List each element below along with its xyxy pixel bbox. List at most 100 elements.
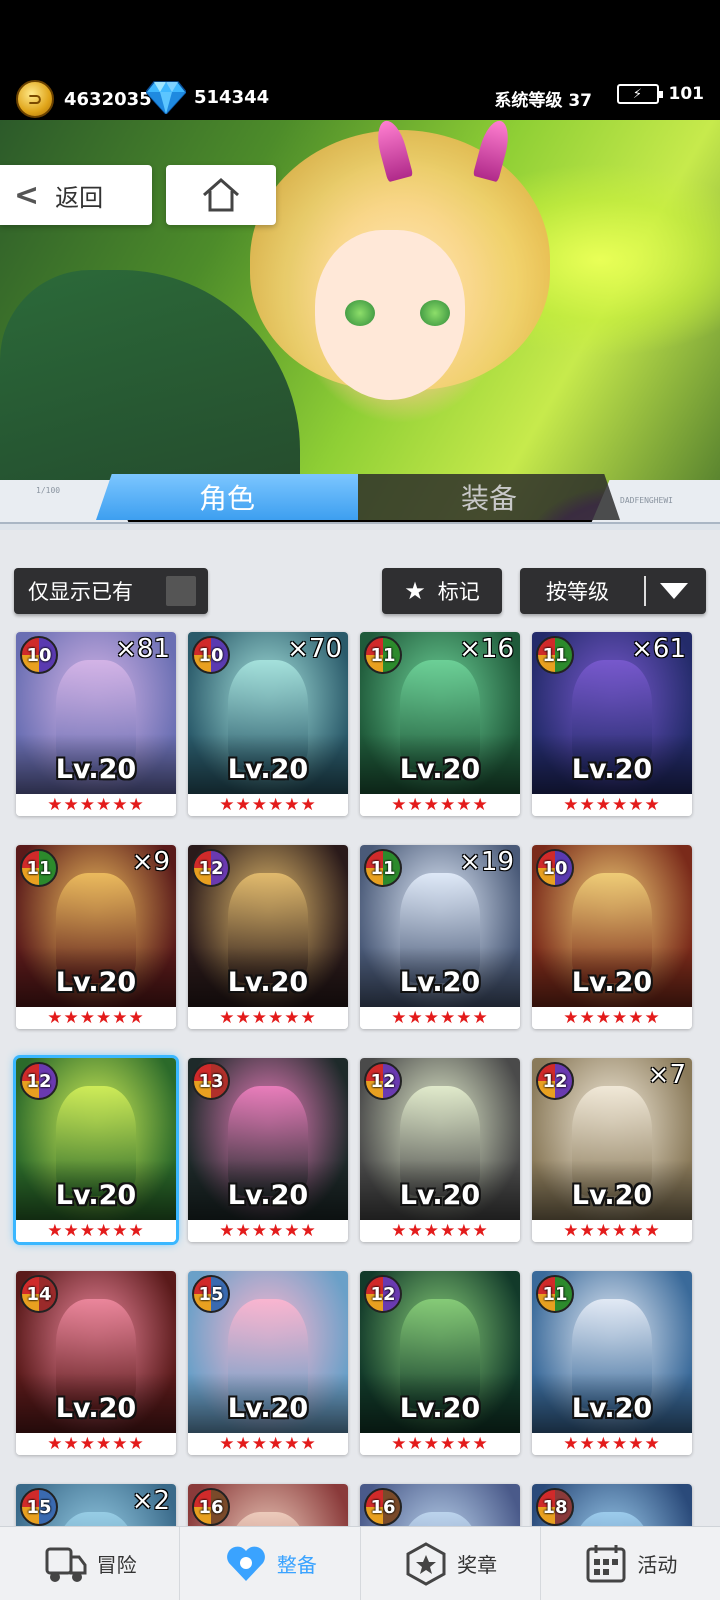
duplicate-count: ×61 [631,634,686,664]
level-label: Lv.20 [55,1393,137,1424]
home-icon [203,177,239,212]
medal-icon [406,1541,446,1586]
character-card[interactable]: 12 Lv.20 ★★★★★★ [360,1058,520,1242]
rank-badge: 12 [364,1275,402,1313]
diamond-icon [146,81,186,114]
level-label: Lv.20 [399,1180,481,1211]
character-card[interactable]: 13 Lv.20 ★★★★★★ [188,1058,348,1242]
character-card[interactable]: 15 ×2 [16,1484,176,1526]
character-card[interactable]: 11 ×9 Lv.20 ★★★★★★ [16,845,176,1029]
nav-adventure[interactable]: 冒险 [0,1527,181,1600]
mark-button[interactable]: ★ 标记 [382,568,502,614]
star-rating: ★★★★★★ [532,1007,692,1029]
back-button-label: 返回 [55,183,104,212]
owned-only-checkbox[interactable] [166,576,196,606]
rank-badge: 12 [536,1062,574,1100]
rank-badge: 11 [536,1275,574,1313]
character-card[interactable]: 15 Lv.20 ★★★★★★ [188,1271,348,1455]
coin-amount: 4632035 [64,88,152,110]
star-rating: ★★★★★★ [532,1433,692,1455]
nav-adventure-label: 冒险 [96,1553,137,1577]
rank-badge: 11 [364,636,402,674]
rank-badge: 12 [20,1062,58,1100]
tab-equipment[interactable]: 装备 [358,474,620,520]
rank-badge: 11 [536,636,574,674]
nav-prepare[interactable]: 整备 [180,1527,361,1600]
character-card[interactable]: 10 Lv.20 ★★★★★★ [532,845,692,1029]
character-figure [572,1512,652,1526]
character-card[interactable]: 12 ×7 Lv.20 ★★★★★★ [532,1058,692,1242]
character-figure [56,1512,136,1526]
coin-counter[interactable]: ⊃ 4632035 [16,80,152,118]
nav-events[interactable]: 活动 [541,1527,720,1600]
character-figure [228,1512,308,1526]
character-card[interactable]: 16 [360,1484,520,1526]
star-rating: ★★★★★★ [188,1433,348,1455]
energy-counter[interactable]: ⚡ 101 [616,84,705,104]
star-rating: ★★★★★★ [16,1220,176,1242]
character-card[interactable]: 18 [532,1484,692,1526]
nav-events-label: 活动 [637,1553,678,1577]
level-label: Lv.20 [571,754,653,785]
duplicate-count: ×2 [131,1486,170,1516]
star-rating: ★★★★★★ [16,1433,176,1455]
character-figure [400,1512,480,1526]
level-label: Lv.20 [399,967,481,998]
rank-badge: 11 [20,849,58,887]
rank-badge: 15 [20,1488,58,1526]
level-label: Lv.20 [227,967,309,998]
owned-only-label: 仅显示已有 [28,580,133,604]
truck-icon [45,1547,87,1582]
sort-dropdown[interactable]: 按等级 [520,568,706,614]
chevron-left-icon: < [14,177,40,213]
back-button[interactable]: < 返回 [0,165,152,225]
home-button[interactable] [166,165,276,225]
character-card[interactable]: 12 Lv.20 ★★★★★★ [188,845,348,1029]
star-rating: ★★★★★★ [360,1433,520,1455]
character-card[interactable]: 11 Lv.20 ★★★★★★ [532,1271,692,1455]
nav-medals[interactable]: 奖章 [361,1527,541,1600]
star-rating: ★★★★★★ [532,1220,692,1242]
top-status-bar: ⊃ 4632035 514344 系统等级 37 ⚡ 101 [0,0,720,130]
calendar-icon [586,1544,626,1582]
character-card[interactable]: 14 Lv.20 ★★★★★★ [16,1271,176,1455]
sort-label: 按等级 [546,580,609,604]
character-card[interactable]: 11 ×16 Lv.20 ★★★★★★ [360,632,520,816]
tab-characters[interactable]: 角色 [96,474,358,520]
bottom-navigation: 冒险 整备 奖章 活动 [0,1526,720,1600]
character-card[interactable]: 11 ×19 Lv.20 ★★★★★★ [360,845,520,1029]
duplicate-count: ×70 [287,634,342,664]
character-card[interactable]: 10 ×70 Lv.20 ★★★★★★ [188,632,348,816]
character-card[interactable]: 16 [188,1484,348,1526]
star-rating: ★★★★★★ [360,1007,520,1029]
coin-icon: ⊃ [16,80,54,118]
rank-badge: 10 [192,636,230,674]
system-level-label: 系统等级 37 [494,91,592,111]
dropdown-arrow-icon [660,583,688,599]
character-list-panel: 仅显示已有 ★ 标记 按等级 10 ×81 Lv.20 ★★★★★★ 10 ×70 Lv.2… [0,530,720,1526]
star-rating: ★★★★★★ [188,794,348,816]
mark-label: 标记 [437,580,480,604]
level-label: Lv.20 [227,754,309,785]
energy-amount: 101 [668,84,705,104]
duplicate-count: ×81 [115,634,170,664]
level-label: Lv.20 [571,1180,653,1211]
star-rating: ★★★★★★ [16,1007,176,1029]
level-label: Lv.20 [399,1393,481,1424]
duplicate-count: ×7 [647,1060,686,1090]
gem-counter[interactable]: 514344 [146,80,269,114]
owned-only-toggle[interactable]: 仅显示已有 [14,568,208,614]
rank-badge: 16 [192,1488,230,1526]
character-card[interactable]: 11 ×61 Lv.20 ★★★★★★ [532,632,692,816]
rank-badge: 12 [364,1062,402,1100]
character-card[interactable]: 10 ×81 Lv.20 ★★★★★★ [16,632,176,816]
nav-medals-label: 奖章 [457,1553,498,1577]
star-rating: ★★★★★★ [188,1220,348,1242]
level-label: Lv.20 [227,1180,309,1211]
rank-badge: 15 [192,1275,230,1313]
character-card[interactable]: 12 Lv.20 ★★★★★★ [360,1271,520,1455]
banner-art-eye [345,300,375,326]
character-card[interactable]: 12 Lv.20 ★★★★★★ [13,1055,179,1245]
battery-bolt-icon: ⚡ [616,84,663,104]
star-rating: ★★★★★★ [532,794,692,816]
